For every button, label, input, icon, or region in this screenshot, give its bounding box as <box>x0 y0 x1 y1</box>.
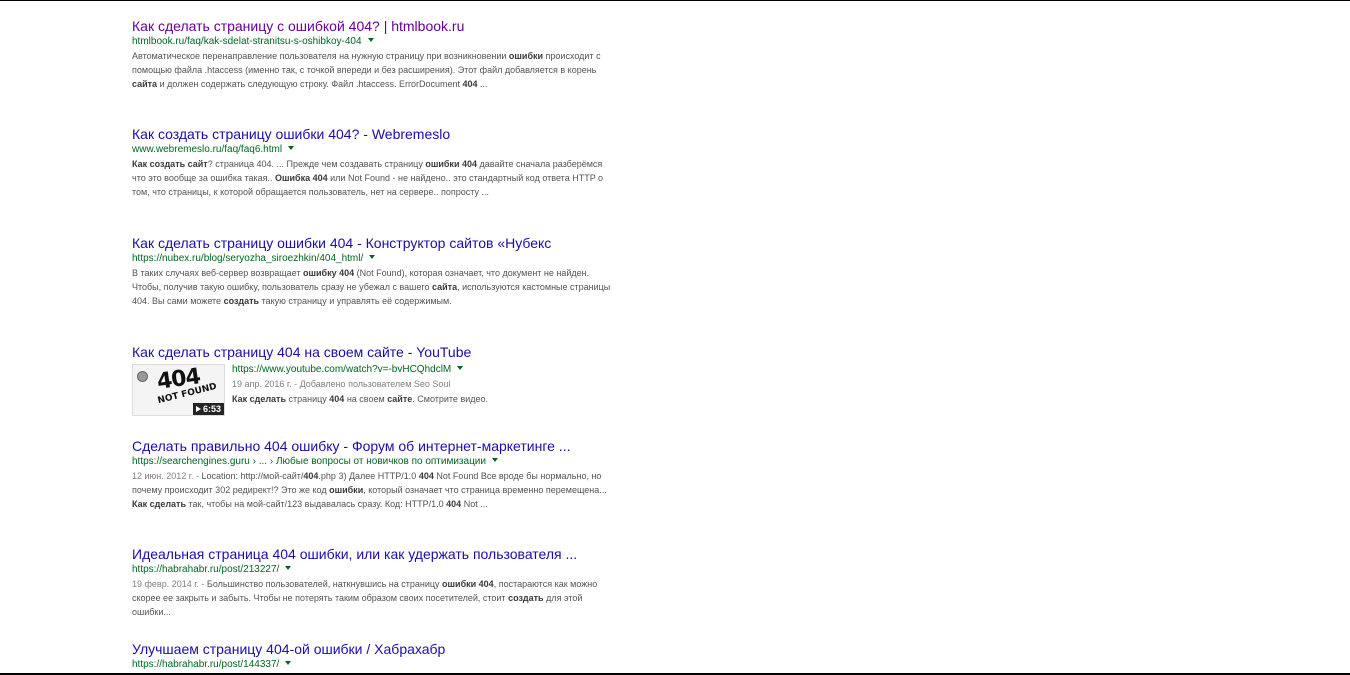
snippet-highlight: 404 <box>446 499 462 509</box>
dropdown-arrow-icon[interactable] <box>491 458 498 462</box>
result-snippet: Автоматическое перенаправление пользоват… <box>132 49 612 91</box>
snippet-highlight: 404 <box>462 79 478 89</box>
dropdown-arrow-icon[interactable] <box>457 366 464 370</box>
snippet-text: страницу <box>286 394 330 404</box>
snippet-text: В таких случаях веб-сервер возвращает <box>132 268 303 278</box>
snippet-highlight: создать <box>223 296 260 306</box>
dropdown-arrow-icon[interactable] <box>285 661 292 665</box>
dropdown-arrow-icon[interactable] <box>288 146 295 150</box>
snippet-highlight: 404 <box>418 471 434 481</box>
result-url[interactable]: https://habrahabr.ru/post/213227/ <box>132 564 279 575</box>
result-snippet: 12 июн. 2012 г. - Location: http://мой-с… <box>132 469 612 511</box>
result-url-line: https://www.youtube.com/watch?v=-bvHCQhd… <box>232 364 488 376</box>
result-title-link[interactable]: Сделать правильно 404 ошибку - Форум об … <box>132 437 612 455</box>
result-url-line: htmlbook.ru/faq/kak-sdelat-stranitsu-s-o… <box>132 35 612 48</box>
result-snippet: Как сделать страницу 404 на своем сайте.… <box>232 392 488 406</box>
search-result: Идеальная страница 404 ошибки, или как у… <box>132 545 612 640</box>
snippet-text: ... <box>477 79 488 89</box>
snippet-text: .php 3) Далее HTTP/1.0 <box>318 471 419 481</box>
snippet-highlight: создать <box>508 593 544 603</box>
snippet-text: так, чтобы на мой-сайт/123 выдавалась ср… <box>186 499 447 509</box>
result-breadcrumb-url[interactable]: https://searchengines.guru › ... › Любые… <box>132 456 486 467</box>
result-title-link[interactable]: Улучшаем страницу 404-ой ошибки / Хабрах… <box>132 640 612 658</box>
video-info: https://www.youtube.com/watch?v=-bvHCQhd… <box>232 364 488 416</box>
video-result-row: 404 NOT FOUND 6:53 https://www.youtube.c… <box>132 364 612 416</box>
snippet-highlight: 404 <box>303 471 319 481</box>
snippet-text: такую страницу и управлять её содержимым… <box>259 296 452 306</box>
result-url[interactable]: htmlbook.ru/faq/kak-sdelat-stranitsu-s-o… <box>132 36 362 47</box>
search-result: Улучшаем страницу 404-ой ошибки / Хабрах… <box>132 640 612 671</box>
result-url[interactable]: https://habrahabr.ru/post/144337/ <box>132 659 279 670</box>
video-duration: 6:53 <box>202 404 221 414</box>
snippet-text: Not ... <box>461 499 488 509</box>
snippet-highlight: ошибки <box>508 51 544 61</box>
snippet-text: Location: http://мой-сайт/ <box>201 471 304 481</box>
snippet-text: Большинство пользователей, наткнувшись н… <box>206 579 443 589</box>
result-title-link[interactable]: Идеальная страница 404 ошибки, или как у… <box>132 545 612 563</box>
result-snippet: В таких случаях веб-сервер возвращает ош… <box>132 266 612 308</box>
snippet-highlight: Как сделать <box>232 394 286 404</box>
search-result: Как сделать страницу 404 на своем сайте … <box>132 343 612 437</box>
result-url[interactable]: www.webremeslo.ru/faq/faq6.html <box>132 144 282 155</box>
snippet-text: на своем <box>344 394 388 404</box>
result-url-line: https://nubex.ru/blog/seryozha_siroezhki… <box>132 252 612 265</box>
search-results: Как сделать страницу с ошибкой 404? | ht… <box>132 17 612 671</box>
snippet-text: ? страница 404. ... Прежде чем создавать… <box>207 159 426 169</box>
result-title-link[interactable]: Как сделать страницу ошибки 404 - Констр… <box>132 234 612 252</box>
snippet-highlight: ошибки 404 <box>442 579 494 589</box>
dropdown-arrow-icon[interactable] <box>367 38 374 42</box>
snippet-highlight: сайта <box>132 79 158 89</box>
result-url-line: https://habrahabr.ru/post/213227/ <box>132 563 612 576</box>
result-url[interactable]: https://nubex.ru/blog/seryozha_siroezhki… <box>132 253 363 264</box>
snippet-date: 19 февр. 2014 г. - <box>132 579 207 589</box>
snippet-highlight: сайте <box>387 394 413 404</box>
video-meta: 19 апр. 2016 г. - Добавлено пользователе… <box>232 379 451 389</box>
snippet-date: 12 июн. 2012 г. - <box>132 471 202 481</box>
result-url-line: https://searchengines.guru › ... › Любые… <box>132 455 612 468</box>
snippet-highlight: ошибки 404 <box>425 159 477 169</box>
result-snippet: 19 февр. 2014 г. - Большинство пользоват… <box>132 577 612 619</box>
dropdown-arrow-icon[interactable] <box>369 255 376 259</box>
snippet-highlight: Ошибка 404 <box>275 173 328 183</box>
result-url-line: https://habrahabr.ru/post/144337/ <box>132 658 612 671</box>
snippet-text: и должен содержать следующую строку. Фай… <box>157 79 463 89</box>
video-duration-badge: 6:53 <box>192 403 224 415</box>
snippet-text: , который означает что страница временно… <box>363 485 607 495</box>
snippet-highlight: ошибки <box>329 485 364 495</box>
snippet-highlight: 404 <box>329 394 345 404</box>
logo-icon <box>137 371 148 382</box>
search-result: Как создать страницу ошибки 404? - Webre… <box>132 125 612 234</box>
result-title-link[interactable]: Как сделать страницу 404 на своем сайте … <box>132 343 612 361</box>
result-title-link[interactable]: Как сделать страницу с ошибкой 404? | ht… <box>132 17 612 35</box>
search-result: Как сделать страницу ошибки 404 - Констр… <box>132 234 612 343</box>
play-icon <box>195 406 201 412</box>
snippet-text: Автоматическое перенаправление пользоват… <box>132 51 509 61</box>
snippet-highlight: ошибку 404 <box>303 268 355 278</box>
result-snippet: Как создать сайт? страница 404. ... Преж… <box>132 157 612 199</box>
snippet-highlight: сайта <box>432 282 458 292</box>
video-thumbnail[interactable]: 404 NOT FOUND 6:53 <box>132 364 225 416</box>
search-result: Сделать правильно 404 ошибку - Форум об … <box>132 437 612 545</box>
result-url[interactable]: https://www.youtube.com/watch?v=-bvHCQhd… <box>232 364 451 375</box>
snippet-highlight: Как создать сайт <box>132 159 208 169</box>
result-url-line: www.webremeslo.ru/faq/faq6.html <box>132 143 612 156</box>
search-result: Как сделать страницу с ошибкой 404? | ht… <box>132 17 612 125</box>
dropdown-arrow-icon[interactable] <box>285 566 292 570</box>
snippet-highlight: Как сделать <box>132 499 186 509</box>
snippet-text: . Смотрите видео. <box>412 394 489 404</box>
result-title-link[interactable]: Как создать страницу ошибки 404? - Webre… <box>132 125 612 143</box>
